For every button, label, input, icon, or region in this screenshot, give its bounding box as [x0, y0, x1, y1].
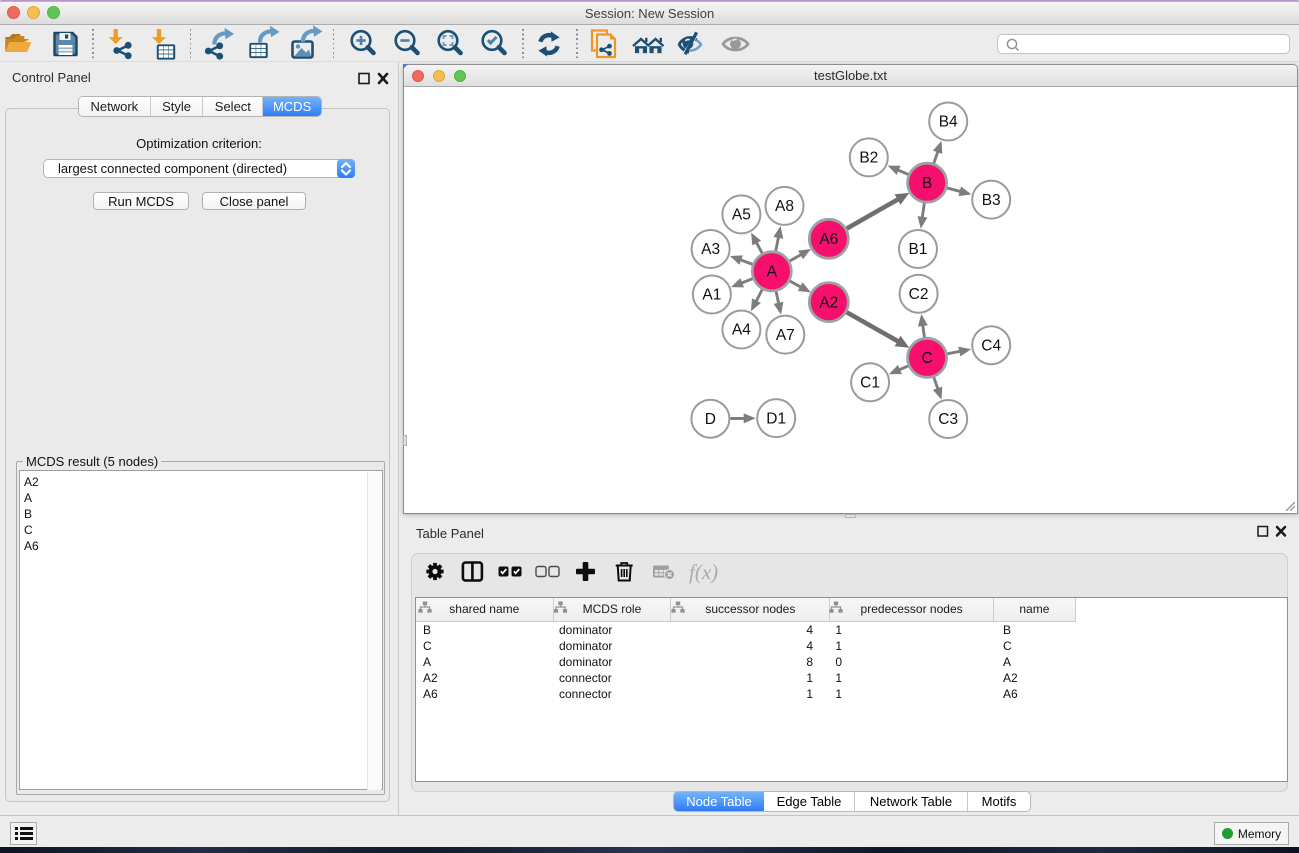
svg-text:D: D	[705, 411, 716, 428]
svg-text:B: B	[922, 175, 932, 192]
svg-text:C4: C4	[981, 337, 1001, 354]
svg-text:A8: A8	[775, 198, 794, 215]
svg-text:D1: D1	[766, 410, 786, 427]
svg-text:A: A	[767, 264, 778, 281]
svg-text:C: C	[921, 350, 932, 367]
svg-text:A1: A1	[702, 287, 721, 304]
svg-text:C1: C1	[860, 375, 880, 392]
svg-text:A7: A7	[776, 327, 795, 344]
svg-text:B3: B3	[982, 192, 1001, 209]
svg-text:B4: B4	[939, 114, 958, 131]
svg-text:B1: B1	[909, 241, 928, 258]
svg-text:A6: A6	[819, 231, 838, 248]
svg-text:A2: A2	[819, 294, 838, 311]
svg-text:A4: A4	[732, 322, 751, 339]
svg-text:C3: C3	[938, 411, 958, 428]
svg-text:B2: B2	[859, 150, 878, 167]
svg-text:f(x): f(x)	[689, 560, 718, 584]
svg-text:C2: C2	[909, 286, 929, 303]
svg-text:A3: A3	[701, 241, 720, 258]
svg-text:A5: A5	[732, 207, 751, 224]
